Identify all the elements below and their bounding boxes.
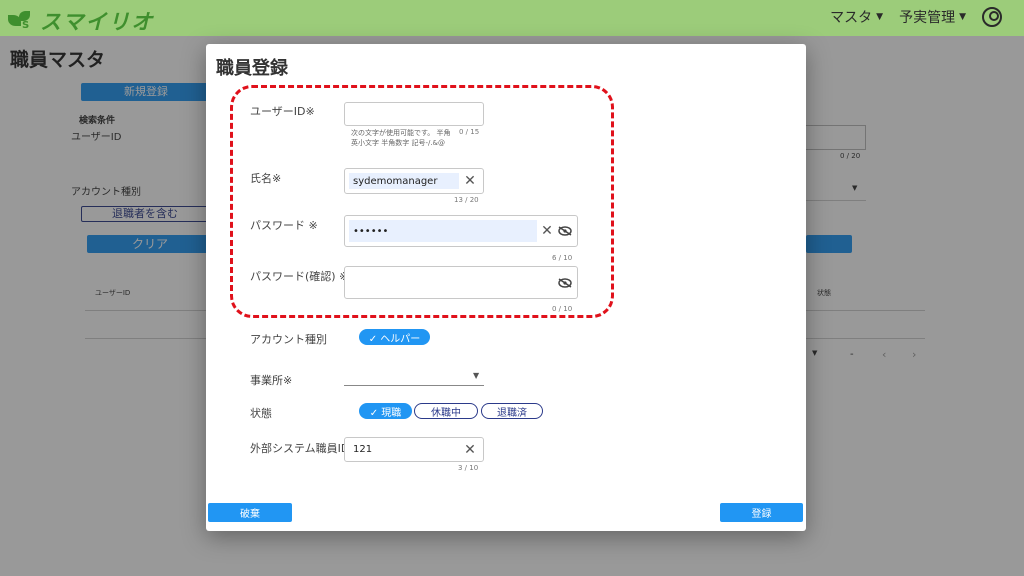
discard-button[interactable]: 破棄 [208, 503, 292, 522]
office-underline [344, 385, 484, 386]
close-icon[interactable]: ✕ [462, 442, 478, 458]
staff-register-dialog: 職員登録 ユーザーID※ 次の文字が使用可能です。 半角 英小文字 半角数字 記… [206, 44, 806, 531]
top-nav: マスタ ▼ 予実管理 ▼ [830, 7, 1002, 27]
dialog-title: 職員登録 [216, 58, 288, 79]
master-menu-label: マスタ [830, 10, 873, 26]
chevron-down-icon: ▼ [876, 12, 884, 22]
external-id-input[interactable]: 121 ✕ [344, 437, 484, 462]
account-type-label: アカウント種別 [250, 333, 327, 346]
plan-menu[interactable]: 予実管理 ▼ [899, 7, 966, 27]
highlight-frame [230, 85, 614, 318]
status-chip-retired[interactable]: 退職済 [481, 403, 543, 419]
app-header: S スマイリオ マスタ ▼ 予実管理 ▼ [0, 0, 1024, 36]
external-id-label: 外部システム職員ID [250, 442, 350, 455]
leaf-logo-icon: S [6, 9, 36, 33]
chevron-down-icon: ▼ [473, 371, 480, 380]
status-chip-leave[interactable]: 休職中 [414, 403, 478, 419]
app-logo[interactable]: S スマイリオ [6, 6, 154, 36]
status-label: 状態 [250, 407, 272, 420]
helper-chip[interactable]: ✓ ヘルパー [359, 329, 430, 345]
chevron-down-icon: ▼ [959, 12, 966, 22]
master-menu[interactable]: マスタ ▼ [830, 7, 883, 27]
external-id-counter: 3 / 10 [458, 464, 479, 472]
plan-menu-label: 予実管理 [899, 10, 956, 26]
app-name: スマイリオ [40, 10, 155, 34]
office-select[interactable]: ▼ [344, 366, 484, 386]
office-label: 事業所※ [250, 374, 293, 387]
account-circle-icon[interactable] [982, 7, 1002, 27]
status-chip-active[interactable]: ✓ 現職 [359, 403, 412, 419]
register-button[interactable]: 登録 [720, 503, 803, 522]
external-id-value: 121 [353, 444, 373, 455]
